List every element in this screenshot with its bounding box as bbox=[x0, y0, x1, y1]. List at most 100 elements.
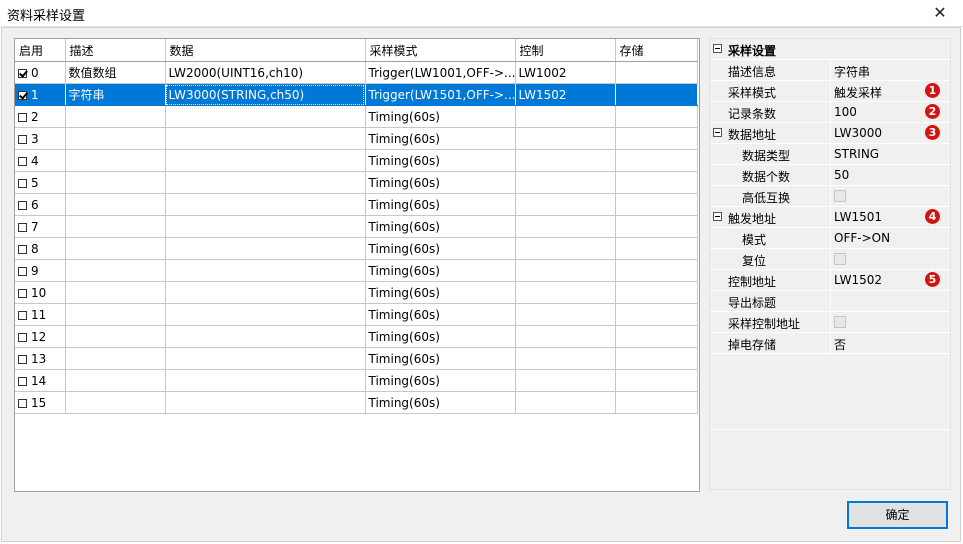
enable-checkbox[interactable] bbox=[18, 200, 27, 210]
cell-data[interactable]: LW2000(UINT16,ch10) bbox=[165, 61, 366, 84]
cell-sampling-mode[interactable]: Timing(60s) bbox=[365, 303, 516, 326]
cell-control[interactable] bbox=[515, 391, 616, 414]
cell-enabled[interactable]: 7 bbox=[15, 215, 66, 238]
cell-control[interactable] bbox=[515, 215, 616, 238]
cell-storage[interactable] bbox=[615, 325, 698, 348]
enable-checkbox[interactable] bbox=[18, 244, 27, 254]
cell-storage[interactable] bbox=[615, 391, 698, 414]
cell-control[interactable] bbox=[515, 325, 616, 348]
table-row[interactable]: 10 Timing(60s) bbox=[15, 281, 698, 304]
cell-description[interactable] bbox=[65, 369, 166, 392]
cell-sampling-mode[interactable]: Timing(60s) bbox=[365, 215, 516, 238]
prop-sampling-mode[interactable]: 采样模式 触发采样 1 bbox=[710, 81, 950, 102]
cell-sampling-mode[interactable]: Timing(60s) bbox=[365, 171, 516, 194]
prop-value[interactable]: 50 bbox=[834, 168, 849, 182]
table-row[interactable]: 8 Timing(60s) bbox=[15, 237, 698, 260]
cell-storage[interactable] bbox=[615, 105, 698, 128]
table-row[interactable]: 13 Timing(60s) bbox=[15, 347, 698, 370]
prop-value[interactable]: LW3000 bbox=[834, 126, 882, 140]
cell-data[interactable] bbox=[165, 259, 366, 282]
cell-data[interactable] bbox=[165, 171, 366, 194]
cell-data[interactable] bbox=[165, 369, 366, 392]
cell-storage[interactable] bbox=[615, 259, 698, 282]
cell-control[interactable] bbox=[515, 303, 616, 326]
cell-enabled[interactable]: 10 bbox=[15, 281, 66, 304]
cell-enabled[interactable]: 6 bbox=[15, 193, 66, 216]
prop-data-type[interactable]: 数据类型 STRING bbox=[710, 144, 950, 165]
prop-control-address[interactable]: 控制地址 LW1502 5 bbox=[710, 270, 950, 291]
column-header-data[interactable]: 数据 bbox=[165, 39, 366, 62]
cell-sampling-mode[interactable]: Timing(60s) bbox=[365, 149, 516, 172]
cell-description[interactable] bbox=[65, 149, 166, 172]
enable-checkbox[interactable] bbox=[18, 156, 27, 166]
cell-sampling-mode[interactable]: Timing(60s) bbox=[365, 391, 516, 414]
cell-sampling-mode[interactable]: Timing(60s) bbox=[365, 193, 516, 216]
enable-checkbox[interactable] bbox=[18, 134, 27, 144]
prop-value[interactable]: LW1502 bbox=[834, 273, 882, 287]
cell-description[interactable] bbox=[65, 391, 166, 414]
prop-value[interactable]: 否 bbox=[834, 336, 846, 353]
cell-data[interactable] bbox=[165, 193, 366, 216]
cell-sampling-mode[interactable]: Trigger(LW1001,OFF->... bbox=[365, 61, 516, 84]
cell-sampling-mode[interactable]: Trigger(LW1501,OFF->... bbox=[365, 83, 516, 106]
cell-storage[interactable] bbox=[615, 83, 698, 106]
cell-data[interactable] bbox=[165, 281, 366, 304]
cell-data[interactable] bbox=[165, 149, 366, 172]
enable-checkbox[interactable] bbox=[18, 310, 27, 320]
cell-storage[interactable] bbox=[615, 369, 698, 392]
cell-enabled[interactable]: 8 bbox=[15, 237, 66, 260]
table-row[interactable]: 0 数值数组 LW2000(UINT16,ch10) Trigger(LW1001,O… bbox=[15, 61, 698, 84]
cell-enabled[interactable]: 9 bbox=[15, 259, 66, 282]
prop-value[interactable]: 触发采样 bbox=[834, 84, 882, 101]
table-row[interactable]: 14 Timing(60s) bbox=[15, 369, 698, 392]
cell-description[interactable] bbox=[65, 259, 166, 282]
cell-sampling-mode[interactable]: Timing(60s) bbox=[365, 127, 516, 150]
cell-enabled[interactable]: 12 bbox=[15, 325, 66, 348]
cell-enabled[interactable]: 13 bbox=[15, 347, 66, 370]
enable-checkbox[interactable] bbox=[18, 288, 27, 298]
cell-storage[interactable] bbox=[615, 61, 698, 84]
enable-checkbox[interactable] bbox=[18, 178, 27, 188]
table-row[interactable]: 9 Timing(60s) bbox=[15, 259, 698, 282]
cell-data[interactable] bbox=[165, 105, 366, 128]
cell-enabled[interactable]: 11 bbox=[15, 303, 66, 326]
reset-checkbox[interactable] bbox=[834, 253, 846, 265]
sampling-control-checkbox[interactable] bbox=[834, 316, 846, 328]
cell-control[interactable] bbox=[515, 237, 616, 260]
enable-checkbox[interactable] bbox=[18, 354, 27, 364]
column-header-sampling-mode[interactable]: 采样模式 bbox=[365, 39, 516, 62]
cell-data[interactable] bbox=[165, 347, 366, 370]
collapse-icon[interactable] bbox=[713, 128, 722, 137]
cell-data[interactable] bbox=[165, 127, 366, 150]
cell-enabled[interactable]: 4 bbox=[15, 149, 66, 172]
column-header-storage[interactable]: 存储 bbox=[615, 39, 698, 62]
prop-sampling-control-address[interactable]: 采样控制地址 bbox=[710, 312, 950, 333]
cell-control[interactable] bbox=[515, 369, 616, 392]
enable-checkbox[interactable] bbox=[18, 398, 27, 408]
table-row[interactable]: 15 Timing(60s) bbox=[15, 391, 698, 414]
byte-swap-checkbox[interactable] bbox=[834, 190, 846, 202]
table-row[interactable]: 6 Timing(60s) bbox=[15, 193, 698, 216]
cell-control[interactable] bbox=[515, 149, 616, 172]
column-header-description[interactable]: 描述 bbox=[65, 39, 166, 62]
enable-checkbox[interactable] bbox=[18, 112, 27, 122]
table-row[interactable]: 12 Timing(60s) bbox=[15, 325, 698, 348]
cell-control[interactable]: LW1502 bbox=[515, 83, 616, 106]
column-header-control[interactable]: 控制 bbox=[515, 39, 616, 62]
cell-enabled[interactable]: 5 bbox=[15, 171, 66, 194]
cell-storage[interactable] bbox=[615, 347, 698, 370]
prop-trigger-address[interactable]: 触发地址 LW1501 4 bbox=[710, 207, 950, 228]
collapse-icon[interactable] bbox=[713, 212, 722, 221]
cell-control[interactable] bbox=[515, 259, 616, 282]
cell-sampling-mode[interactable]: Timing(60s) bbox=[365, 347, 516, 370]
table-row[interactable]: 4 Timing(60s) bbox=[15, 149, 698, 172]
cell-description[interactable] bbox=[65, 237, 166, 260]
table-row[interactable]: 7 Timing(60s) bbox=[15, 215, 698, 238]
cell-data[interactable] bbox=[165, 237, 366, 260]
close-icon[interactable]: ✕ bbox=[917, 0, 963, 26]
prop-data-address[interactable]: 数据地址 LW3000 3 bbox=[710, 123, 950, 144]
table-row[interactable]: 3 Timing(60s) bbox=[15, 127, 698, 150]
cell-control[interactable]: LW1002 bbox=[515, 61, 616, 84]
cell-description[interactable]: 字符串 bbox=[65, 83, 166, 106]
enable-checkbox[interactable] bbox=[18, 376, 27, 386]
